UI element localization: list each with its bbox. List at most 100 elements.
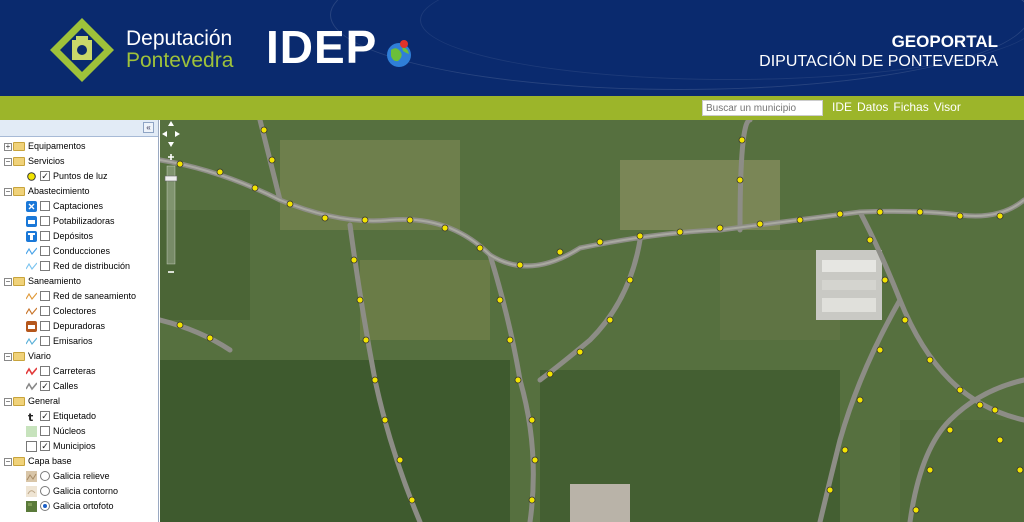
svg-text:t: t	[28, 411, 33, 422]
orthophoto-map[interactable]	[160, 120, 1024, 522]
collapse-icon[interactable]: −	[4, 278, 12, 286]
layer-checkbox[interactable]	[40, 261, 50, 271]
group-label: Saneamiento	[28, 276, 82, 286]
baselayer-radio[interactable]	[40, 471, 50, 481]
layer-label: Galicia relieve	[53, 471, 110, 481]
layer-item-depuradoras[interactable]: Depuradoras	[0, 319, 158, 334]
group-label: General	[28, 396, 61, 406]
layer-item-emisarios[interactable]: Emisarios	[0, 334, 158, 349]
panel-header: «	[0, 120, 158, 137]
layer-checkbox[interactable]	[40, 306, 50, 316]
layer-item-conducciones[interactable]: Conducciones	[0, 244, 158, 259]
layer-label: Captaciones	[53, 201, 104, 211]
tree-group-abastecimiento[interactable]: − Abastecimiento	[0, 184, 158, 199]
layer-checkbox[interactable]: ✓	[40, 441, 50, 451]
layer-label: Galicia contorno	[53, 486, 119, 496]
layer-label: Municipios	[53, 441, 96, 451]
layer-item-colectores[interactable]: Colectores	[0, 304, 158, 319]
pan-right-icon[interactable]	[175, 131, 180, 137]
brand-line1: Deputación	[126, 27, 233, 50]
layer-checkbox[interactable]	[40, 291, 50, 301]
baselayer-item-galicia-ortofoto[interactable]: Galicia ortofoto	[0, 499, 158, 514]
layer-checkbox[interactable]: ✓	[40, 381, 50, 391]
tree-group-servicios[interactable]: − Servicios	[0, 154, 158, 169]
layer-tree: + Equipamentos − Servicios ✓ Puntos de l…	[0, 137, 158, 514]
deputacion-logo-icon[interactable]	[48, 16, 116, 84]
brand-line2: Pontevedra	[126, 49, 234, 72]
collapse-icon[interactable]: −	[4, 353, 12, 361]
layer-label: Galicia ortofoto	[53, 501, 114, 511]
folder-open-icon	[13, 187, 25, 196]
layer-checkbox[interactable]	[40, 231, 50, 241]
map-view[interactable]	[160, 120, 1024, 522]
municipality-area-icon	[26, 441, 37, 452]
layer-item-etiquetado[interactable]: t ✓ Etiquetado	[0, 409, 158, 424]
pan-left-icon[interactable]	[162, 131, 167, 137]
collapse-icon[interactable]: −	[4, 458, 12, 466]
layer-checkbox[interactable]	[40, 246, 50, 256]
collapse-icon[interactable]: −	[4, 188, 12, 196]
globe-pin-icon	[387, 40, 411, 67]
tree-group-saneamiento[interactable]: − Saneamiento	[0, 274, 158, 289]
orthophoto-thumb-icon	[26, 501, 37, 512]
layer-label: Núcleos	[53, 426, 86, 436]
layer-checkbox[interactable]	[40, 216, 50, 226]
zoom-slider-handle[interactable]	[164, 175, 178, 182]
folder-open-icon	[13, 397, 25, 406]
expand-icon[interactable]: +	[4, 143, 12, 151]
layer-item-carreteras[interactable]: Carreteras	[0, 364, 158, 379]
folder-open-icon	[13, 157, 25, 166]
nav-link-visor[interactable]: Visor	[934, 100, 961, 114]
layer-item-municipios[interactable]: ✓ Municipios	[0, 439, 158, 454]
group-label: Capa base	[28, 456, 72, 466]
baselayer-item-galicia-contorno[interactable]: Galicia contorno	[0, 484, 158, 499]
tree-group-capa-base[interactable]: − Capa base	[0, 454, 158, 469]
brand-name[interactable]: Deputación Pontevedra	[126, 28, 233, 71]
pan-down-icon[interactable]	[168, 142, 174, 147]
yellow-dot-icon	[27, 172, 36, 181]
layer-label: Etiquetado	[53, 411, 97, 421]
nav-link-fichas[interactable]: Fichas	[893, 100, 928, 114]
nav-links: IDE Datos Fichas Visor	[832, 100, 961, 114]
nav-link-ide[interactable]: IDE	[832, 100, 852, 114]
contour-thumb-icon	[26, 486, 37, 497]
tree-group-equipamentos[interactable]: + Equipamentos	[0, 139, 158, 154]
layer-item-potabilizadoras[interactable]: Potabilizadoras	[0, 214, 158, 229]
folder-open-icon	[13, 277, 25, 286]
collapse-icon[interactable]: −	[4, 158, 12, 166]
layer-checkbox[interactable]	[40, 201, 50, 211]
layer-label: Red de distribución	[53, 261, 131, 271]
baselayer-radio[interactable]	[40, 486, 50, 496]
nav-link-datos[interactable]: Datos	[857, 100, 888, 114]
tree-group-general[interactable]: − General	[0, 394, 158, 409]
collapse-icon[interactable]: −	[4, 398, 12, 406]
layer-item-red-de-saneamiento[interactable]: Red de saneamiento	[0, 289, 158, 304]
layer-item-depositos[interactable]: Depósitos	[0, 229, 158, 244]
road-red-icon	[26, 367, 37, 376]
pan-up-icon[interactable]	[168, 121, 174, 126]
collapse-panel-button[interactable]: «	[143, 122, 154, 133]
folder-icon	[13, 142, 25, 151]
layer-checkbox[interactable]	[40, 321, 50, 331]
layer-checkbox[interactable]: ✓	[40, 171, 50, 181]
layer-item-captaciones[interactable]: Captaciones	[0, 199, 158, 214]
baselayer-item-galicia-relieve[interactable]: Galicia relieve	[0, 469, 158, 484]
layer-checkbox[interactable]: ✓	[40, 411, 50, 421]
idep-logo-text[interactable]: IDEP	[266, 24, 377, 70]
text-label-icon: t	[28, 411, 33, 422]
layer-label: Red de saneamiento	[53, 291, 137, 301]
layer-checkbox[interactable]	[40, 366, 50, 376]
layer-checkbox[interactable]	[40, 426, 50, 436]
layer-item-calles[interactable]: ✓ Calles	[0, 379, 158, 394]
zoom-pan-control	[162, 121, 180, 273]
layer-item-puntos-de-luz[interactable]: ✓ Puntos de luz	[0, 169, 158, 184]
layer-checkbox[interactable]	[40, 336, 50, 346]
baselayer-radio[interactable]	[40, 501, 50, 511]
layer-item-nucleos[interactable]: Núcleos	[0, 424, 158, 439]
layer-item-red-de-distribucion[interactable]: Red de distribución	[0, 259, 158, 274]
water-plant-icon	[26, 216, 37, 227]
layer-label: Emisarios	[53, 336, 93, 346]
water-tap-icon	[26, 201, 37, 212]
tree-group-viario[interactable]: − Viario	[0, 349, 158, 364]
municipality-search-input[interactable]	[702, 100, 823, 116]
